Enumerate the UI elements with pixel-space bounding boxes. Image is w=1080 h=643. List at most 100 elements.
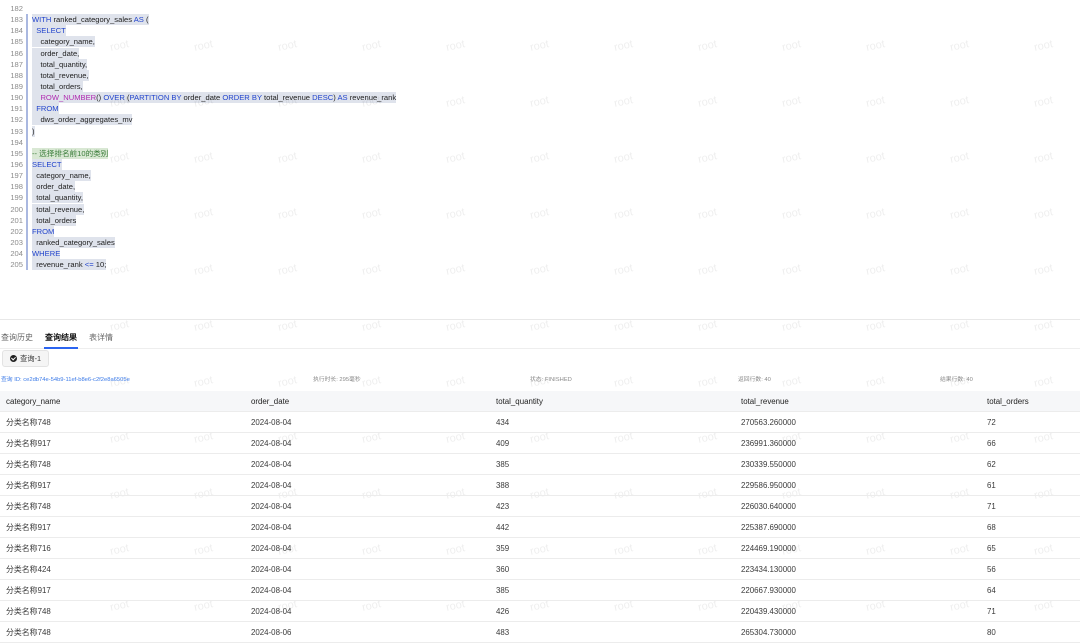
code-token: category_name, — [32, 171, 91, 181]
table-cell: 56 — [987, 564, 996, 574]
code-token: order_date, — [32, 48, 80, 58]
code-line: total_quantity, — [32, 192, 396, 204]
code-line: FROM — [32, 225, 396, 237]
code-token: 10; — [93, 260, 107, 270]
tab-table-details[interactable]: 表详情 — [88, 330, 114, 347]
table-cell: 分类名称716 — [6, 543, 51, 553]
line-number: 204 — [10, 249, 23, 259]
table-row[interactable]: 分类名称748 2024-08-04 385 230339.550000 62 — [0, 454, 1080, 475]
table-cell: 229586.950000 — [741, 480, 796, 490]
line-number: 203 — [10, 237, 23, 247]
code-line: total_orders, — [32, 80, 396, 92]
code-token: ORDER BY — [222, 93, 262, 103]
table-cell: 分类名称917 — [6, 480, 51, 490]
table-cell: 2024-08-04 — [251, 438, 292, 448]
table-cell: 426 — [496, 606, 510, 616]
table-cell: 66 — [987, 438, 996, 448]
table-row[interactable]: 分类名称748 2024-08-04 423 226030.640000 71 — [0, 496, 1080, 517]
column-header[interactable]: total_orders — [981, 397, 1080, 406]
code-token: total_revenue, — [32, 70, 89, 80]
watermark-text: root — [276, 374, 299, 390]
line-number: 188 — [10, 70, 23, 80]
table-row[interactable]: 分类名称424 2024-08-04 360 223434.130000 56 — [0, 559, 1080, 580]
table-cell: 分类名称748 — [6, 417, 51, 427]
table-cell: 2024-08-04 — [251, 459, 292, 469]
table-row[interactable]: 分类名称748 2024-08-04 426 220439.430000 71 — [0, 601, 1080, 622]
code-token: order_date — [181, 93, 223, 103]
line-number: 200 — [10, 204, 23, 214]
column-header[interactable]: total_revenue — [735, 397, 981, 406]
code-line: FROM — [32, 103, 396, 115]
line-number: 182 — [10, 4, 23, 13]
table-row[interactable]: 分类名称917 2024-08-04 385 220667.930000 64 — [0, 580, 1080, 601]
table-cell: 分类名称917 — [6, 522, 51, 532]
code-line: dws_order_aggregates_mv — [32, 114, 396, 126]
tab-query-results[interactable]: 查询结果 — [44, 330, 78, 349]
code-token: ranked_category_sales — [51, 15, 134, 25]
tab-query-history[interactable]: 查询历史 — [0, 330, 34, 347]
table-cell: 2024-08-04 — [251, 564, 292, 574]
line-number: 196 — [10, 159, 23, 169]
table-cell: 2024-08-04 — [251, 585, 292, 595]
column-header[interactable]: category_name — [0, 397, 245, 406]
table-cell: 360 — [496, 564, 510, 574]
code-line: SELECT — [32, 25, 396, 37]
column-header[interactable]: order_date — [245, 397, 490, 406]
table-cell: 483 — [496, 627, 510, 637]
table-body: 分类名称748 2024-08-04 434 270563.260000 72 分类名称9… — [0, 412, 1080, 643]
line-number: 184 — [10, 26, 23, 36]
code-token: WHERE — [32, 249, 61, 259]
table-row[interactable]: 分类名称917 2024-08-04 442 225387.690000 68 — [0, 517, 1080, 538]
code-token: FROM — [32, 226, 55, 236]
table-cell: 2024-08-04 — [251, 606, 292, 616]
sql-code[interactable]: WITH ranked_category_sales AS ( SELECT c… — [32, 3, 397, 271]
code-token: revenue_rank — [347, 93, 397, 103]
line-number: 185 — [10, 37, 23, 47]
code-line: total_revenue, — [32, 203, 396, 215]
table-cell: 236991.360000 — [741, 438, 796, 448]
table-cell: 80 — [987, 627, 996, 637]
line-number: 189 — [10, 81, 23, 91]
query-id-link[interactable]: 查询 ID: ce2db74e-54b9-11ef-b8e6-c2f2e8a65… — [1, 377, 130, 383]
code-line: order_date, — [32, 181, 396, 193]
code-token: SELECT — [32, 159, 62, 169]
code-token: ROW_NUMBER — [40, 93, 97, 103]
table-row[interactable]: 分类名称748 2024-08-04 434 270563.260000 72 — [0, 412, 1080, 433]
table-cell: 270563.260000 — [741, 417, 796, 427]
table-cell: 分类名称748 — [6, 606, 51, 616]
table-row[interactable]: 分类名称716 2024-08-04 359 224469.190000 65 — [0, 538, 1080, 559]
table-row[interactable]: 分类名称748 2024-08-06 483 265304.730000 80 — [0, 622, 1080, 643]
table-cell: 265304.730000 — [741, 627, 796, 637]
query-status: 状态: FINISHED — [530, 377, 572, 383]
code-line: ) — [32, 125, 396, 137]
column-header[interactable]: total_quantity — [490, 397, 735, 406]
table-cell: 分类名称748 — [6, 459, 51, 469]
line-number: 198 — [10, 182, 23, 192]
code-token: total_orders, — [32, 81, 83, 91]
query-1-button[interactable]: 查询-1 — [2, 350, 50, 367]
code-token: AS — [133, 15, 144, 25]
line-number: 186 — [10, 48, 23, 58]
table-cell: 61 — [987, 480, 996, 490]
table-cell: 71 — [987, 606, 996, 616]
table-cell: 68 — [987, 522, 996, 532]
line-number: 197 — [10, 171, 23, 181]
table-row[interactable]: 分类名称917 2024-08-04 409 236991.360000 66 — [0, 433, 1080, 454]
line-number-gutter: 182 183 184 185 186 187 188 189 190 191 192 193 194 1… — [0, 3, 23, 270]
table-header: category_name order_date total_quantity … — [0, 391, 1080, 412]
sql-editor[interactable]: 182 183 184 185 186 187 188 189 190 191 192 193 194 1… — [0, 0, 1080, 320]
table-cell: 65 — [987, 543, 996, 553]
watermark-text: root — [1032, 374, 1055, 390]
query-id[interactable]: 查询 ID: ce2db74e-54b9-11ef-b8e6-c2f2e8a65… — [1, 374, 130, 383]
table-cell: 分类名称917 — [6, 585, 51, 595]
code-token: category_name, — [32, 37, 95, 47]
table-row[interactable]: 分类名称917 2024-08-04 388 229586.950000 61 — [0, 475, 1080, 496]
code-line: total_orders — [32, 214, 396, 226]
code-token: AS — [337, 93, 348, 103]
watermark-text: root — [864, 374, 887, 390]
line-number: 205 — [10, 260, 23, 270]
result-rows: 结果行数: 40 — [940, 377, 973, 383]
table-cell: 226030.640000 — [741, 501, 796, 511]
